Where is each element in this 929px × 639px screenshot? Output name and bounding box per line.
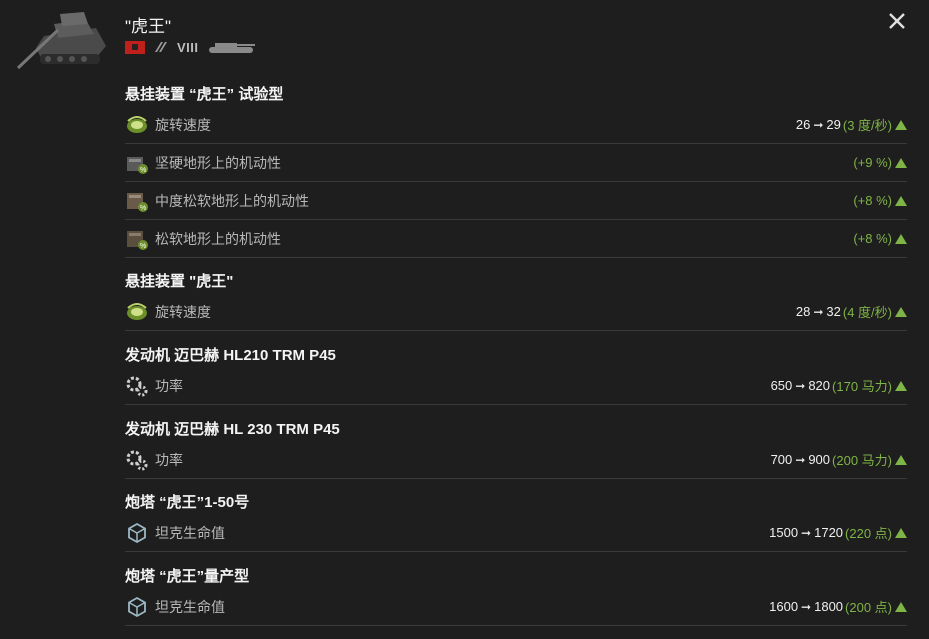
increase-arrow-icon	[895, 195, 907, 206]
svg-text:%: %	[140, 243, 146, 250]
vehicle-name: "虎王"	[125, 17, 172, 36]
medium-terrain-icon: %	[127, 192, 148, 212]
module-title: 炮塔 “虎王”量产型	[125, 568, 250, 585]
stat-value: 1600 ➞ 1800 (200 点)	[769, 597, 907, 616]
module-title: 发动机 迈巴赫 HL210 TRM P45	[125, 347, 336, 364]
increase-arrow-icon	[895, 454, 907, 465]
tier-label: VIII	[177, 39, 199, 55]
stat-row: 坦克生命值 1600 ➞ 1800 (200 点)	[125, 588, 907, 626]
stat-value: (+8 %)	[851, 231, 907, 246]
svg-text:%: %	[140, 205, 146, 212]
gears-icon	[126, 450, 148, 470]
module-title: 发动机 迈巴赫 HL 230 TRM P45	[125, 421, 340, 438]
stat-value: 650 ➞ 820 (170 马力)	[771, 376, 907, 395]
module-section-turret-1-50: 炮塔 “虎王”1-50号 坦克生命值 1500 ➞ 1720 (220 点)	[125, 492, 907, 552]
module-section-suspension-prototype: 悬挂装置 “虎王” 试验型 旋转速度 26 ➞ 29 (3 度/秒) % 坚硬地形上…	[125, 84, 907, 258]
stat-value: 26 ➞ 29 (3 度/秒)	[796, 115, 907, 134]
increase-arrow-icon	[895, 306, 907, 317]
module-title: 悬挂装置 “虎王” 试验型	[125, 86, 284, 103]
increase-arrow-icon	[895, 119, 907, 130]
close-icon[interactable]	[884, 8, 910, 34]
stat-row: 旋转速度 28 ➞ 32 (4 度/秒)	[125, 293, 907, 331]
module-section-engine-hl230: 发动机 迈巴赫 HL 230 TRM P45 功率 700 ➞ 900 (200 马…	[125, 419, 907, 479]
gears-icon	[126, 376, 148, 396]
hitpoints-icon	[128, 596, 146, 617]
vehicle-meta: VIII	[125, 38, 257, 56]
stat-value: 700 ➞ 900 (200 马力)	[771, 450, 907, 469]
increase-arrow-icon	[895, 601, 907, 612]
heavy-tank-class-icon	[208, 43, 255, 53]
stat-row: 旋转速度 26 ➞ 29 (3 度/秒)	[125, 106, 907, 144]
module-section-suspension: 悬挂装置 "虎王" 旋转速度 28 ➞ 32 (4 度/秒)	[125, 271, 907, 331]
stat-row: 功率 650 ➞ 820 (170 马力)	[125, 367, 907, 405]
increase-arrow-icon	[895, 380, 907, 391]
rank-chevrons-icon	[155, 42, 167, 52]
module-section-turret-production: 炮塔 “虎王”量产型 坦克生命值 1600 ➞ 1800 (200 点)	[125, 566, 907, 626]
stat-value: 28 ➞ 32 (4 度/秒)	[796, 302, 907, 321]
module-title: 悬挂装置 "虎王"	[125, 273, 234, 290]
svg-text:%: %	[140, 167, 146, 174]
stat-row: 坦克生命值 1500 ➞ 1720 (220 点)	[125, 514, 907, 552]
stat-row: % 坚硬地形上的机动性 (+9 %)	[125, 144, 907, 182]
module-section-engine-hl210: 发动机 迈巴赫 HL210 TRM P45 功率 650 ➞ 820 (170 马力…	[125, 345, 907, 405]
stat-value: (+9 %)	[851, 155, 907, 170]
stat-value: 1500 ➞ 1720 (220 点)	[769, 523, 907, 542]
module-title: 炮塔 “虎王”1-50号	[125, 494, 250, 511]
soft-terrain-icon: %	[127, 230, 148, 250]
hitpoints-icon	[128, 522, 146, 543]
increase-arrow-icon	[895, 233, 907, 244]
stat-value: (+8 %)	[851, 193, 907, 208]
stat-row: % 中度松软地形上的机动性 (+8 %)	[125, 182, 907, 220]
increase-arrow-icon	[895, 157, 907, 168]
hard-terrain-icon: %	[127, 156, 148, 174]
traverse-icon	[127, 302, 147, 320]
traverse-icon	[127, 115, 147, 133]
stat-row: % 松软地形上的机动性 (+8 %)	[125, 220, 907, 258]
increase-arrow-icon	[895, 527, 907, 538]
stat-row: 功率 700 ➞ 900 (200 马力)	[125, 441, 907, 479]
tank-image	[16, 12, 106, 70]
germany-flag-icon	[125, 40, 145, 54]
